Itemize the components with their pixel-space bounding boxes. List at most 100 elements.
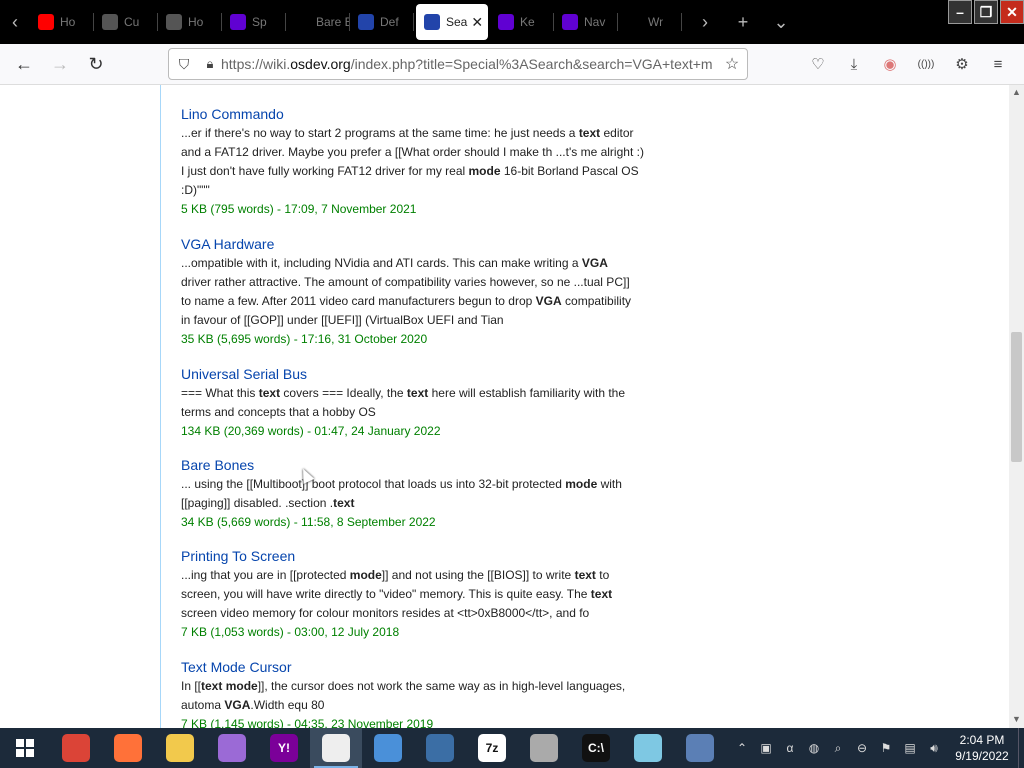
browser-tab[interactable]: Sp	[222, 4, 286, 40]
search-term-highlight: mode	[565, 477, 598, 491]
tab-label: Ke	[520, 15, 535, 29]
extension-flag-icon[interactable]: ◉	[872, 55, 908, 73]
snippet-text: to name a few. After 2011 video card man…	[181, 294, 536, 308]
scrollbar-thumb[interactable]	[1011, 332, 1022, 462]
new-tab-icon[interactable]: +	[724, 12, 762, 33]
browser-tab[interactable]: Ke	[490, 4, 554, 40]
result-title-link[interactable]: VGA Hardware	[181, 235, 651, 253]
forward-icon[interactable]: →	[42, 48, 78, 80]
browser-tab[interactable]: Ho	[30, 4, 94, 40]
reload-icon[interactable]: ↻	[78, 48, 114, 80]
taskbar-clock[interactable]: 2:04 PM 9/19/2022	[946, 732, 1018, 764]
snippet-line: automa VGA.Width equ 80	[181, 696, 651, 715]
taskbar-app-button[interactable]: C:\	[570, 728, 622, 768]
taskbar-app-button[interactable]	[154, 728, 206, 768]
snippet-line: === What this text covers === Ideally, t…	[181, 384, 651, 403]
scroll-down-icon[interactable]: ▼	[1011, 714, 1022, 726]
taskbar-app-button[interactable]: Y!	[258, 728, 310, 768]
tray-flag-icon[interactable]: ⚑	[874, 741, 898, 755]
clock-date: 9/19/2022	[955, 749, 1009, 763]
snippet-text: ... using the [[Multiboot]] boot protoco…	[181, 477, 566, 491]
tray-app-icon[interactable]: ▣	[754, 741, 778, 755]
tray-overflow-icon[interactable]: ⌃	[730, 741, 754, 755]
browser-tab[interactable]: Cu	[94, 4, 158, 40]
browser-tab[interactable]: Sea ✕	[416, 4, 488, 40]
yahoo-icon	[562, 14, 578, 30]
scroll-up-icon[interactable]: ▲	[1011, 87, 1022, 99]
tray-circle-icon[interactable]: ⊖	[850, 741, 874, 755]
resource-monitor-icon	[374, 734, 402, 762]
page-content: Lino Commando ...er if there's no way to …	[0, 85, 1024, 728]
snippet-line: [[paging]] disabled. .section .text	[181, 494, 651, 513]
browser-tab[interactable]: Wr	[618, 4, 682, 40]
result-snippet: ...ompatible with it, including NVidia a…	[181, 254, 651, 330]
tray-volume-icon[interactable]: 🔊︎	[922, 741, 946, 756]
start-button[interactable]	[0, 728, 50, 768]
lock-icon[interactable]: 🔒︎	[199, 56, 221, 72]
taskbar-app-button[interactable]	[102, 728, 154, 768]
url-text[interactable]: https://wiki.osdev.org/index.php?title=S…	[221, 56, 717, 72]
result-title-link[interactable]: Universal Serial Bus	[181, 365, 651, 383]
taskbar-app-button[interactable]	[674, 728, 726, 768]
snippet-text: ...ompatible with it, including NVidia a…	[181, 256, 582, 270]
bookmark-star-icon[interactable]: ☆	[717, 54, 747, 74]
address-bar[interactable]: ⛉ 🔒︎ https://wiki.osdev.org/index.php?ti…	[168, 48, 748, 80]
snippet-text: === What this	[181, 386, 259, 400]
snippet-text: in favour of [[GOP]] under [[UEFI]] (Vir…	[181, 313, 504, 327]
show-desktop-button[interactable]	[1018, 728, 1024, 768]
list-all-tabs-icon[interactable]: ⌄	[762, 12, 800, 33]
browser-tab[interactable]: Ho	[158, 4, 222, 40]
snippet-line: terms and concepts that a hobby OS	[181, 403, 651, 422]
tab-label: Cu	[124, 15, 140, 29]
result-title-link[interactable]: Printing To Screen	[181, 547, 651, 565]
snippet-line: :D)"""	[181, 181, 651, 200]
back-icon[interactable]: ←	[6, 48, 42, 80]
osdev-icon	[358, 14, 374, 30]
downloads-icon[interactable]: ⤓	[836, 56, 872, 73]
extension-ab-icon[interactable]: (()))	[908, 59, 944, 70]
tray-network-icon[interactable]: ▤	[898, 741, 922, 755]
restore-icon[interactable]: ❐	[974, 0, 998, 24]
window-close-icon[interactable]: ✕	[1000, 0, 1024, 24]
browser-tab[interactable]: Def	[350, 4, 414, 40]
tab-scroll-right-icon[interactable]: ›	[686, 12, 724, 33]
taskbar-app-button[interactable]	[622, 728, 674, 768]
snippet-text: to	[595, 568, 610, 582]
tray-search-icon[interactable]: ⌕	[826, 741, 850, 756]
taskbar-app-button[interactable]	[310, 728, 362, 768]
network-icon	[426, 734, 454, 762]
result-title-link[interactable]: Bare Bones	[181, 456, 651, 474]
taskbar-app-button[interactable]	[50, 728, 102, 768]
search-result: Lino Commando ...er if there's no way to …	[181, 105, 651, 219]
osdev-icon	[424, 14, 440, 30]
taskbar-app-button[interactable]	[518, 728, 570, 768]
minimize-icon[interactable]: –	[948, 0, 972, 24]
extension-gear-icon[interactable]: ⚙	[944, 55, 980, 73]
chrome-icon	[62, 734, 90, 762]
browser-tab[interactable]: Bare Bon	[286, 4, 350, 40]
vertical-scrollbar[interactable]: ▲ ▼	[1009, 85, 1024, 728]
snippet-text: editor	[600, 126, 634, 140]
snippet-line: ... using the [[Multiboot]] boot protoco…	[181, 475, 651, 494]
taskbar-app-button[interactable]: 7z	[466, 728, 518, 768]
pocket-icon[interactable]: ♡	[800, 55, 836, 73]
snippet-text: ...er if there's no way to start 2 progr…	[181, 126, 579, 140]
tab-tools: › + ⌄	[686, 12, 800, 33]
tab-label: Sp	[252, 15, 267, 29]
taskbar-app-button[interactable]	[414, 728, 466, 768]
browser-tab[interactable]: Nav	[554, 4, 618, 40]
tab-close-icon[interactable]: ✕	[471, 14, 483, 31]
snippet-line: to name a few. After 2011 video card man…	[181, 292, 651, 311]
hamburger-menu-icon[interactable]: ≡	[980, 56, 1016, 73]
tray-font-icon[interactable]: α	[778, 741, 802, 755]
tab-scroll-left-icon[interactable]: ‹	[0, 0, 30, 44]
result-title-link[interactable]: Lino Commando	[181, 105, 651, 123]
tab-label: Ho	[60, 15, 76, 29]
snippet-line: ...ompatible with it, including NVidia a…	[181, 254, 651, 273]
tray-globe-icon[interactable]: ◍	[802, 741, 826, 755]
taskbar-app-button[interactable]	[362, 728, 414, 768]
tracking-protection-shield-icon[interactable]: ⛉	[169, 56, 199, 73]
taskbar-app-button[interactable]	[206, 728, 258, 768]
result-meta: 134 KB (20,369 words) - 01:47, 24 Januar…	[181, 424, 441, 438]
result-title-link[interactable]: Text Mode Cursor	[181, 658, 651, 676]
